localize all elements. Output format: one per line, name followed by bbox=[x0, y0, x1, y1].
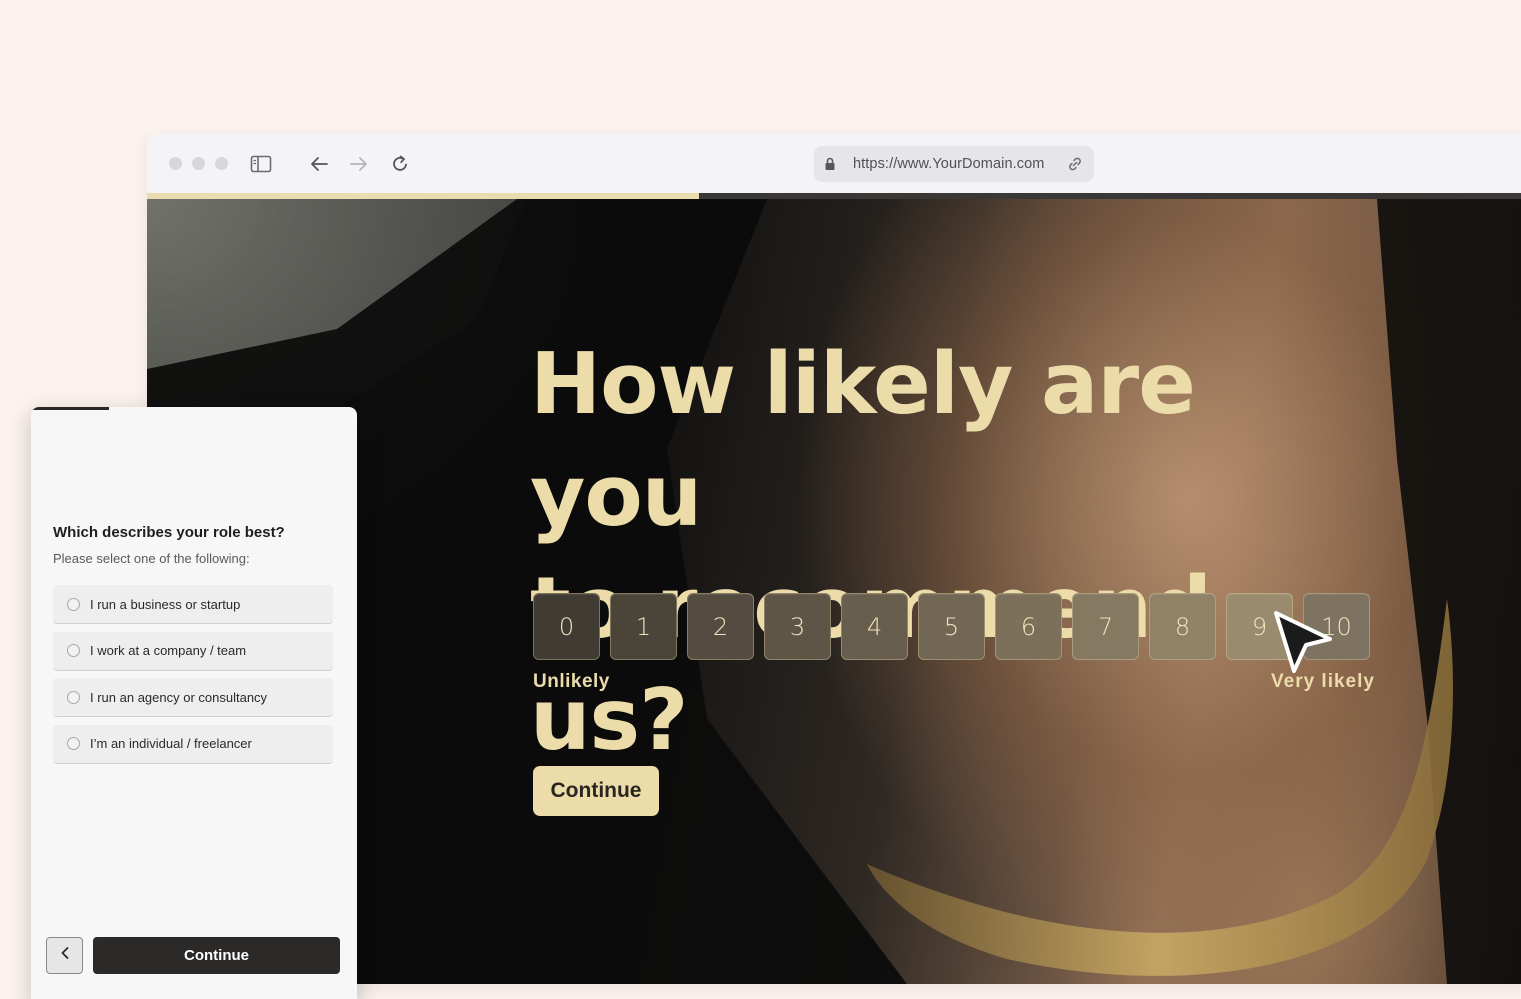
sidebar-toggle-icon[interactable] bbox=[249, 152, 273, 176]
option-label: I work at a company / team bbox=[90, 643, 247, 658]
role-option[interactable]: I run an agency or consultancy bbox=[53, 678, 333, 717]
address-bar[interactable]: https://www.YourDomain.com bbox=[814, 146, 1094, 182]
panel-question-title: Which describes your role best? bbox=[53, 524, 285, 541]
scale-option-8[interactable]: 8 bbox=[1149, 593, 1216, 660]
mouse-pointer-icon bbox=[1272, 609, 1336, 680]
option-label: I run a business or startup bbox=[90, 596, 241, 612]
panel-continue-button[interactable]: Continue bbox=[93, 937, 340, 974]
scale-option-5[interactable]: 5 bbox=[918, 593, 985, 660]
mobile-survey-panel: Which describes your role best? Please s… bbox=[31, 407, 357, 999]
panel-progress-bar bbox=[31, 407, 109, 410]
radio-button[interactable] bbox=[67, 597, 80, 611]
role-options: I run a business or startup I work at a … bbox=[53, 585, 333, 771]
scale-low-label: Unlikely bbox=[533, 671, 610, 692]
link-icon[interactable] bbox=[1067, 156, 1083, 177]
lock-icon bbox=[824, 156, 836, 177]
option-label: I run an agency or consultancy bbox=[90, 689, 268, 705]
back-button[interactable] bbox=[46, 937, 83, 974]
role-option[interactable]: I work at a company / team bbox=[53, 631, 333, 671]
scale-option-1[interactable]: 1 bbox=[610, 593, 677, 660]
browser-toolbar: https://www.YourDomain.com bbox=[147, 134, 1521, 194]
question-line-1: How likely are you bbox=[530, 335, 1196, 546]
chevron-left-icon bbox=[60, 946, 70, 965]
role-option[interactable]: I’m an individual / freelancer bbox=[53, 724, 333, 764]
scale-option-3[interactable]: 3 bbox=[764, 593, 831, 660]
continue-button[interactable]: Continue bbox=[533, 766, 659, 816]
url-text: https://www.YourDomain.com bbox=[853, 156, 1045, 172]
scale-option-0[interactable]: 0 bbox=[533, 593, 600, 660]
scale-option-7[interactable]: 7 bbox=[1072, 593, 1139, 660]
radio-button[interactable] bbox=[67, 690, 80, 704]
role-option[interactable]: I run a business or startup bbox=[53, 585, 333, 624]
scale-option-6[interactable]: 6 bbox=[995, 593, 1062, 660]
panel-question-subtitle: Please select one of the following: bbox=[53, 551, 250, 566]
question-line-2: to recommend us? bbox=[530, 559, 1212, 770]
close-window-dot[interactable] bbox=[169, 157, 182, 170]
radio-button[interactable] bbox=[67, 737, 80, 750]
option-label: I’m an individual / freelancer bbox=[90, 736, 252, 751]
reload-icon[interactable] bbox=[388, 152, 412, 176]
forward-arrow-icon[interactable] bbox=[347, 152, 371, 176]
maximize-window-dot[interactable] bbox=[215, 157, 228, 170]
minimize-window-dot[interactable] bbox=[192, 157, 205, 170]
back-arrow-icon[interactable] bbox=[307, 152, 331, 176]
radio-button[interactable] bbox=[67, 644, 80, 657]
scale-option-4[interactable]: 4 bbox=[841, 593, 908, 660]
nps-scale: 0 1 2 3 4 5 6 7 8 9 10 bbox=[533, 593, 1370, 660]
survey-question: How likely are you to recommend us? bbox=[530, 329, 1390, 777]
scale-option-2[interactable]: 2 bbox=[687, 593, 754, 660]
